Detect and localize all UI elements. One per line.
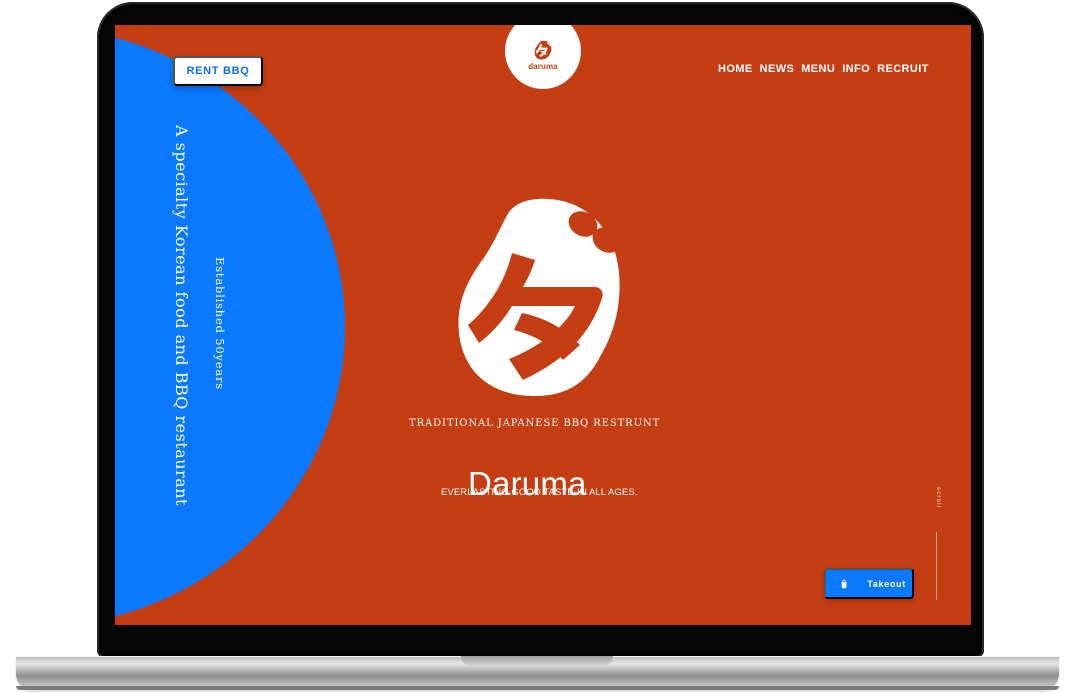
brand-slogan: EVERLASTING GOOD TASTE-IN ALL AGES. bbox=[441, 487, 638, 498]
takeout-button[interactable]: Takeout bbox=[824, 568, 914, 599]
nav-menu-link[interactable]: MENU bbox=[801, 63, 835, 75]
rent-bbq-button[interactable]: RENT BBQ bbox=[173, 56, 263, 86]
website-screen: RENT BBQ A specialty Korean food and BBQ… bbox=[115, 25, 971, 625]
daruma-logo-icon bbox=[458, 198, 622, 397]
nav-recruit-link[interactable]: RECRUIT bbox=[877, 63, 929, 75]
laptop-opening-notch bbox=[461, 656, 613, 666]
shopping-bag-icon bbox=[841, 579, 847, 588]
established-text: Established 50years bbox=[213, 257, 227, 391]
nav-news-link[interactable]: NEWS bbox=[760, 63, 795, 75]
logo-wordmark: daruma bbox=[528, 62, 558, 71]
laptop-base bbox=[16, 656, 1059, 690]
top-logo-link[interactable]: daruma bbox=[505, 25, 581, 89]
nav-info-link[interactable]: INFO bbox=[842, 63, 870, 75]
takeout-label: Takeout bbox=[867, 578, 906, 589]
scroll-label: scroll bbox=[935, 487, 941, 509]
vertical-restaurant-tagline: A specialty Korean food and BBQ restaura… bbox=[172, 125, 191, 506]
laptop-bottom-edge bbox=[16, 686, 1059, 690]
laptop-mockup-stage: RENT BBQ A specialty Korean food and BBQ… bbox=[0, 0, 1069, 693]
scroll-indicator-line bbox=[936, 532, 937, 600]
blue-decorative-circle bbox=[115, 27, 345, 625]
daruma-logo-icon bbox=[534, 40, 552, 60]
nav-home-link[interactable]: HOME bbox=[718, 63, 753, 75]
main-navigation: HOME NEWS MENU INFO RECRUIT bbox=[718, 63, 929, 75]
hero-subtitle: TRADITIONAL JAPANESE BBQ RESTRUNT bbox=[409, 418, 661, 429]
